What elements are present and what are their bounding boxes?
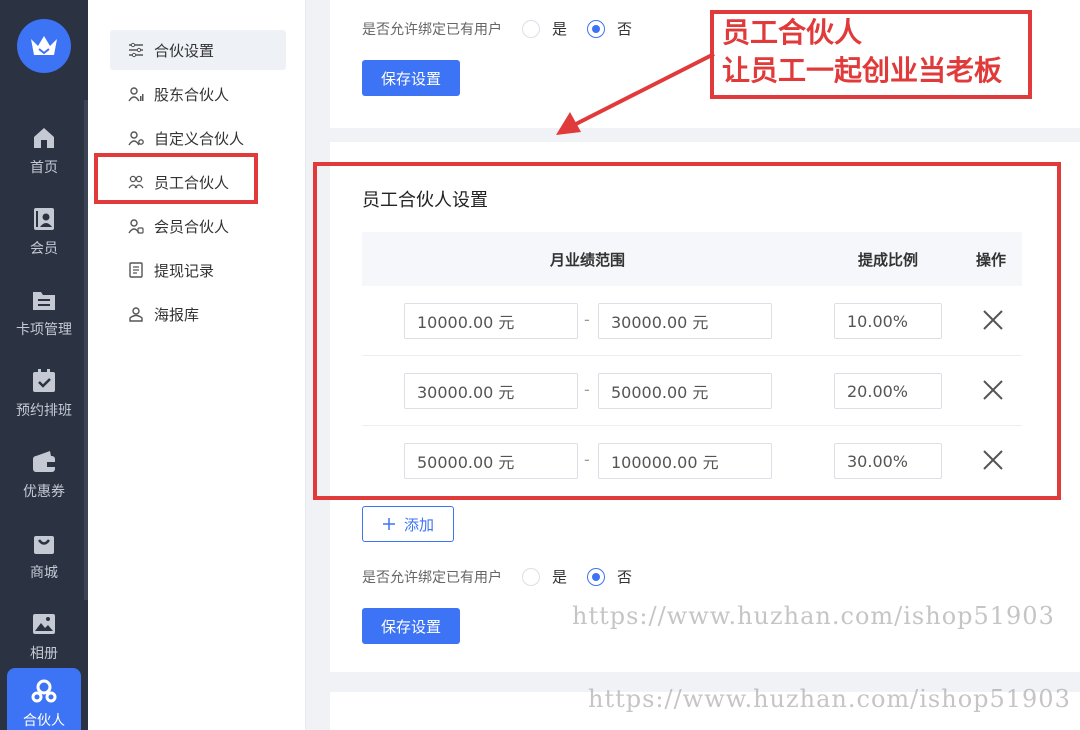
radio-yes[interactable] <box>522 19 540 38</box>
bind-existing-user-row: 是否允许绑定已有用户 是 否 <box>362 566 632 587</box>
home-icon <box>34 127 54 148</box>
nav-item-home[interactable]: 首页 <box>0 112 88 188</box>
member-partner-icon <box>128 219 144 234</box>
nav-item-partner[interactable]: 合伙人 <box>7 668 81 730</box>
annotation-highlight-section <box>313 162 1061 500</box>
bind-existing-user-row-top: 是否允许绑定已有用户 是 否 <box>362 18 632 39</box>
submenu-item-custom-partner[interactable]: 自定义合伙人 <box>110 118 286 158</box>
plus-icon <box>382 518 395 530</box>
submenu-item-poster-library[interactable]: 海报库 <box>110 294 286 334</box>
calendar-check-icon <box>33 368 55 392</box>
nav-item-cards[interactable]: 卡项管理 <box>0 274 88 350</box>
nav-label: 优惠券 <box>23 483 65 500</box>
nav-label: 合伙人 <box>23 712 65 729</box>
save-settings-button[interactable]: 保存设置 <box>362 608 460 644</box>
watermark-text: https://www.huzhan.com/ishop51903 <box>572 602 1055 630</box>
nav-item-coupon[interactable]: 优惠券 <box>0 436 88 512</box>
radio-no[interactable] <box>587 567 606 586</box>
nav-label: 会员 <box>30 240 58 257</box>
radio-no-label: 否 <box>617 20 633 38</box>
submenu-label: 股东合伙人 <box>154 85 230 104</box>
submenu-label: 自定义合伙人 <box>154 129 245 148</box>
radio-yes-label: 是 <box>552 20 568 38</box>
partner-submenu: 合伙设置 股东合伙人 自定义合伙人 员工合伙人 会员合伙人 提现记录 海报库 <box>88 0 306 730</box>
annotation-arrow-icon <box>556 52 715 135</box>
annotation-callout-text: 员工合伙人 让员工一起创业当老板 <box>722 14 1002 90</box>
submenu-label: 提现记录 <box>154 261 215 280</box>
nav-item-schedule[interactable]: 预约排班 <box>0 355 88 431</box>
radio-no-label: 否 <box>617 568 633 586</box>
nav-item-mall[interactable]: 商城 <box>0 517 88 593</box>
nav-label: 相册 <box>30 645 58 662</box>
nav-label: 卡项管理 <box>16 321 72 338</box>
wallet-icon <box>33 450 55 472</box>
submenu-item-withdraw-records[interactable]: 提现记录 <box>110 250 286 290</box>
bind-existing-user-label: 是否允许绑定已有用户 <box>362 569 502 586</box>
document-icon <box>129 262 143 278</box>
nav-item-member[interactable]: 会员 <box>0 193 88 269</box>
submenu-item-member-partner[interactable]: 会员合伙人 <box>110 206 286 246</box>
annotation-highlight-submenu <box>94 153 258 204</box>
nav-label: 首页 <box>30 159 58 176</box>
custom-partner-icon <box>128 131 144 146</box>
save-settings-button-top[interactable]: 保存设置 <box>362 60 460 96</box>
annotation-line-1: 员工合伙人 <box>722 16 863 49</box>
submenu-item-partner-settings[interactable]: 合伙设置 <box>110 30 286 70</box>
submenu-label: 会员合伙人 <box>154 217 230 236</box>
nav-label: 预约排班 <box>16 402 72 419</box>
watermark-text: https://www.huzhan.com/ishop51903 <box>588 685 1071 713</box>
folder-list-icon <box>33 291 55 310</box>
shareholder-icon <box>128 87 144 102</box>
image-icon <box>33 613 55 634</box>
radio-yes[interactable] <box>522 567 540 586</box>
submenu-item-shareholder[interactable]: 股东合伙人 <box>110 74 286 114</box>
submenu-label: 海报库 <box>154 305 200 324</box>
nav-label: 商城 <box>30 564 58 581</box>
submenu-label: 合伙设置 <box>154 41 215 60</box>
settings-sliders-icon <box>129 42 143 58</box>
annotation-line-2: 让员工一起创业当老板 <box>722 54 1003 87</box>
add-row-button[interactable]: 添加 <box>362 506 454 542</box>
bind-existing-user-label: 是否允许绑定已有用户 <box>362 21 502 38</box>
member-card-icon <box>34 207 54 230</box>
poster-user-icon <box>129 307 143 322</box>
radio-no[interactable] <box>587 19 606 38</box>
nav-item-album[interactable]: 相册 <box>0 598 88 674</box>
add-label: 添加 <box>403 515 434 534</box>
radio-yes-label: 是 <box>552 568 568 586</box>
crown-logo-icon[interactable] <box>17 19 71 73</box>
partner-icon <box>31 679 57 702</box>
main-nav-rail: 首页 会员 卡项管理 预约排班 优惠券 商城 相册 合伙人 <box>0 0 88 730</box>
shopping-bag-icon <box>34 535 54 554</box>
